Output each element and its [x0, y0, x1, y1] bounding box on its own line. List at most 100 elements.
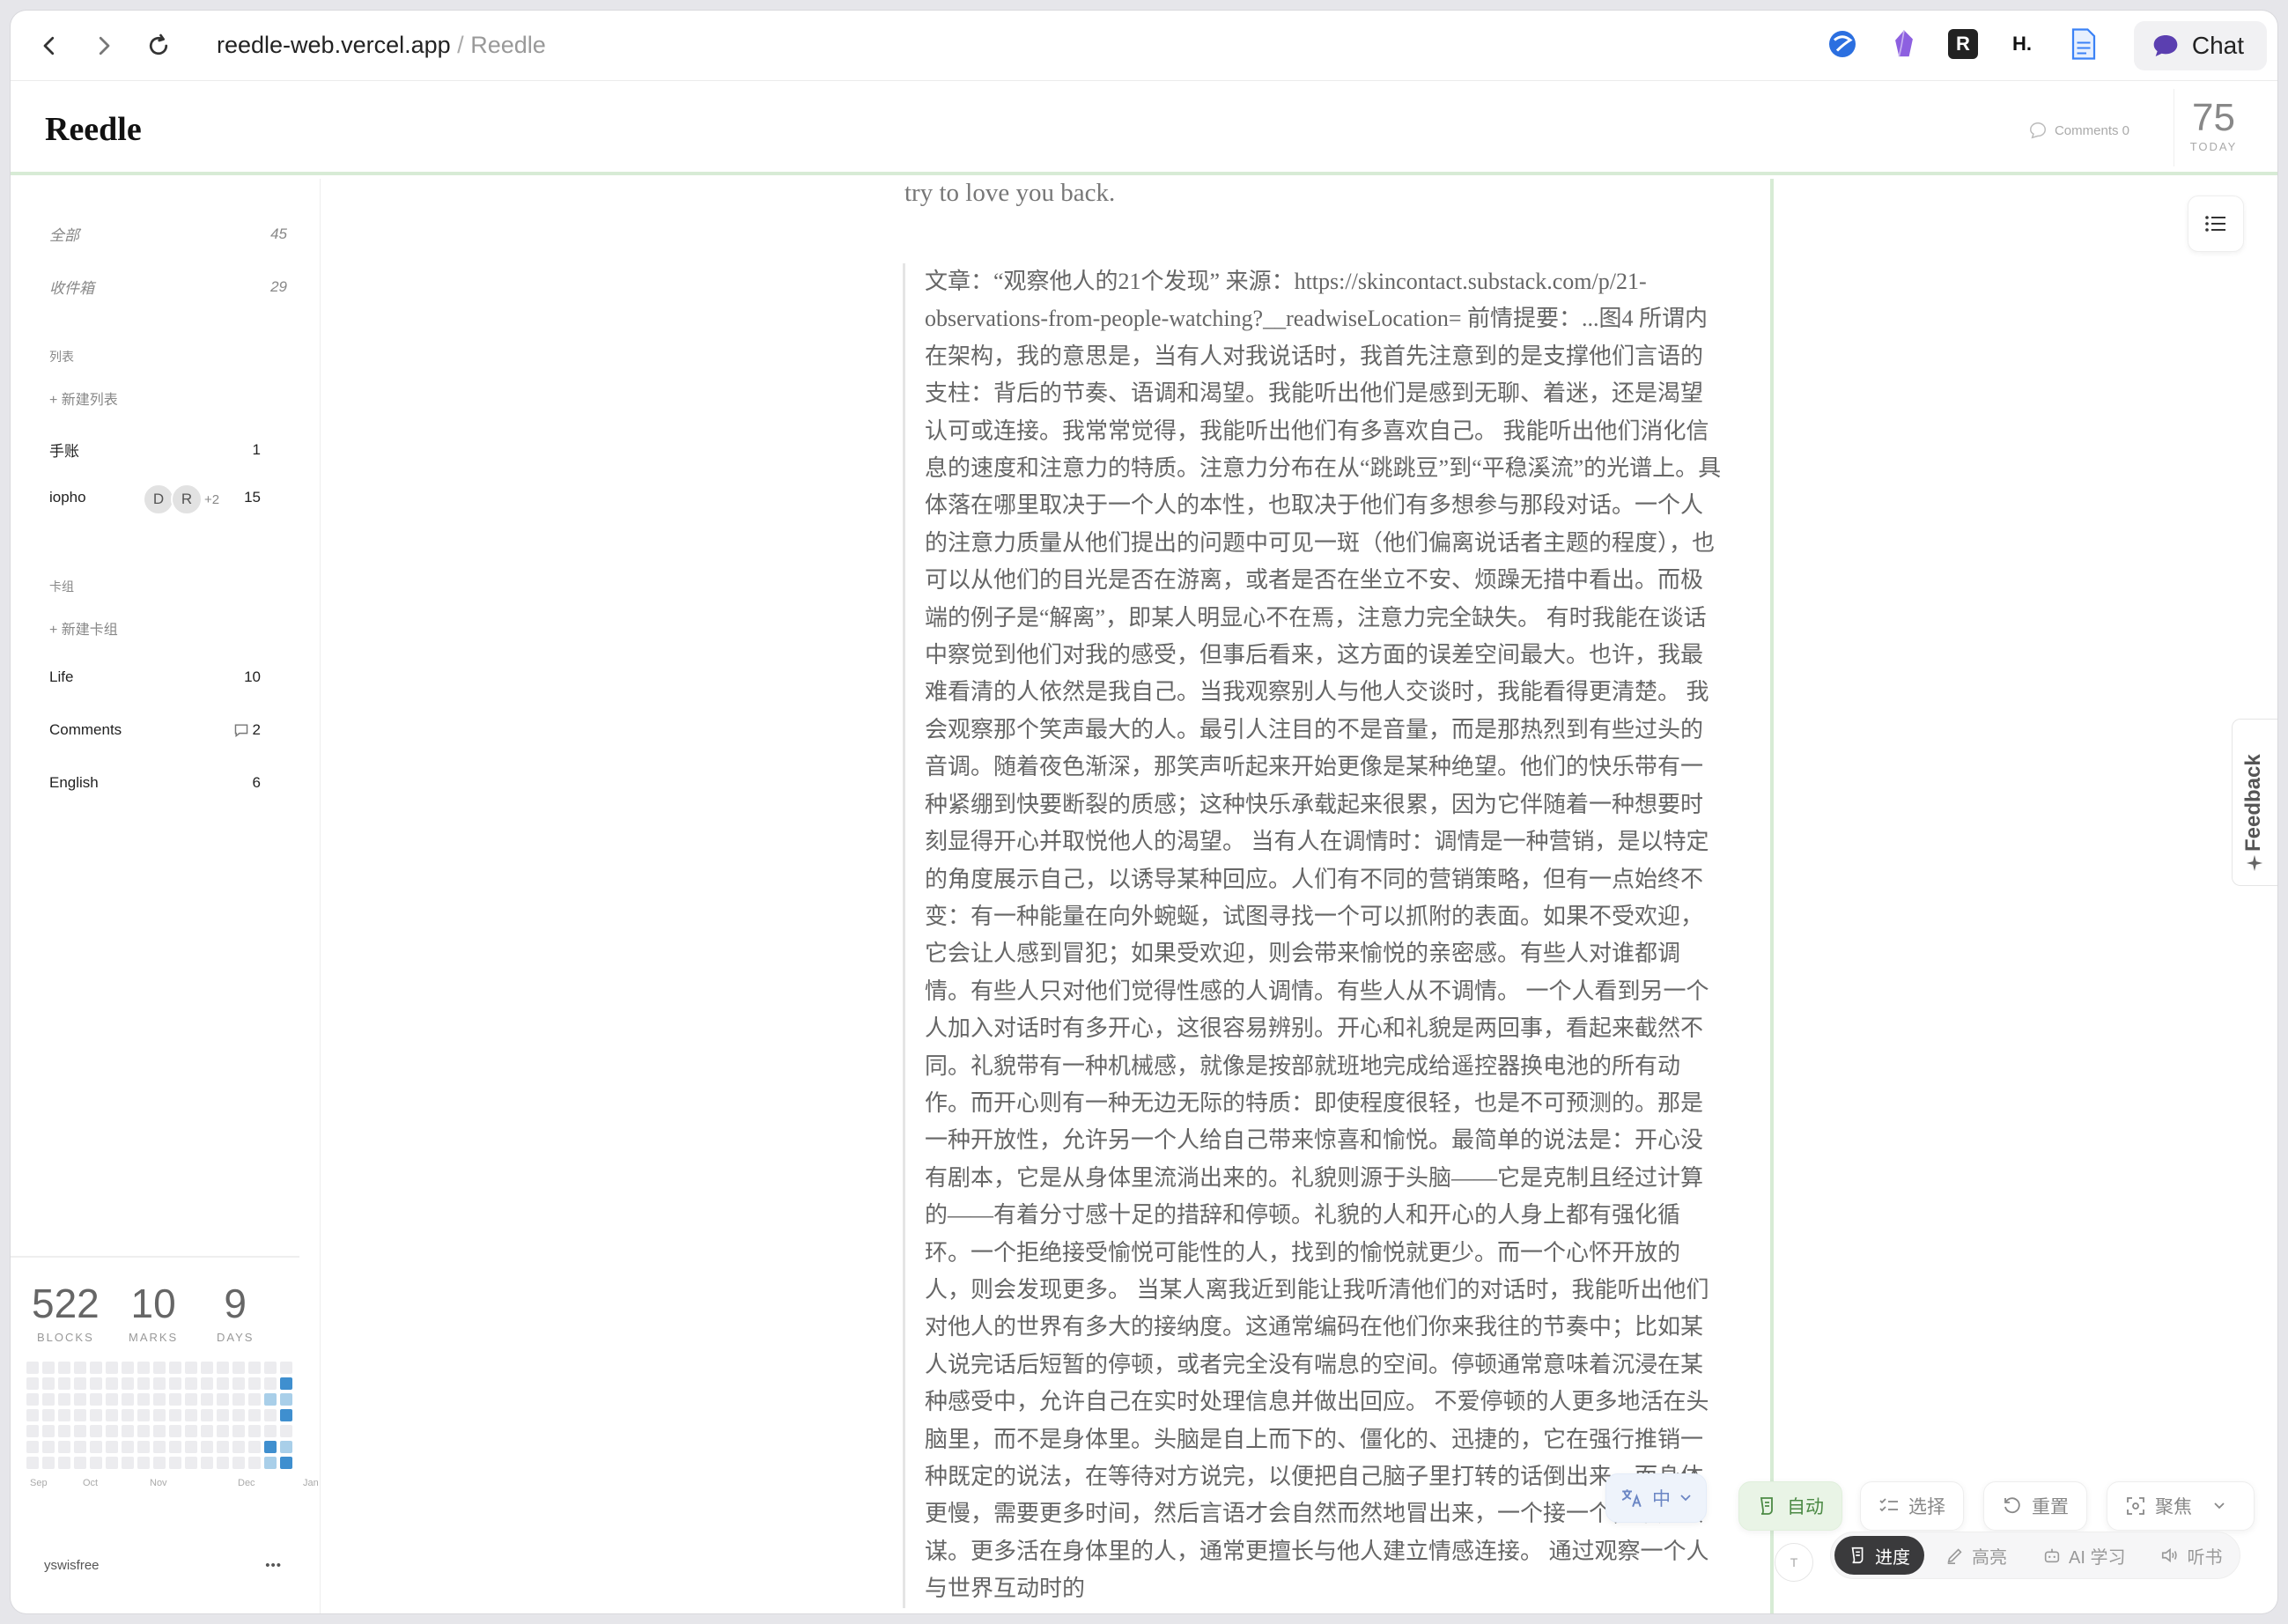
select-button[interactable]: 选择 — [1860, 1481, 1964, 1531]
heatmap-cell — [169, 1409, 181, 1421]
comment-icon — [234, 724, 247, 737]
heatmap-cell — [264, 1393, 277, 1406]
app-header: Reedle Comments 0 75 TODAY — [11, 82, 2277, 175]
highlight-tab[interactable]: 高亮 — [1931, 1536, 2021, 1575]
heatmap-cell — [232, 1457, 245, 1469]
heatmap-cell — [106, 1362, 118, 1374]
heatmap-cell — [106, 1409, 118, 1421]
heatmap-cell — [153, 1377, 166, 1390]
heatmap-cell — [185, 1393, 197, 1406]
heatmap-cell — [248, 1393, 261, 1406]
heatmap-cell — [137, 1362, 150, 1374]
heatmap-cell — [153, 1457, 166, 1469]
heatmap-cell — [137, 1393, 150, 1406]
heatmap-cell — [122, 1393, 134, 1406]
heatmap-cell — [153, 1362, 166, 1374]
obsidian-extension-icon[interactable] — [1886, 26, 1922, 62]
text-size-button[interactable]: T — [1775, 1543, 1813, 1582]
heatmap-cell — [122, 1441, 134, 1453]
heatmap-cell — [232, 1441, 245, 1453]
decks-header: 卡组 — [49, 579, 74, 594]
heatmap-cell — [58, 1409, 70, 1421]
heatmap-cell — [74, 1377, 86, 1390]
readwise-extension-icon[interactable]: R — [1948, 29, 1978, 59]
browser-toolbar: reedle-web.vercel.app / Reedle R H. Chat — [11, 11, 2277, 81]
heatmap-cell — [42, 1362, 55, 1374]
username: yswisfree — [44, 1558, 100, 1573]
heatmap-cell — [26, 1457, 39, 1469]
heatmap-cell — [217, 1362, 229, 1374]
h-extension-icon[interactable]: H. — [2004, 26, 2040, 62]
heatmap-cell — [106, 1457, 118, 1469]
avatar: R — [171, 484, 203, 515]
progress-rule — [1770, 179, 1774, 1613]
heatmap-cell — [280, 1457, 292, 1469]
heatmap-cell — [42, 1441, 55, 1453]
sidebar-item-deck[interactable]: Life 10 — [49, 668, 261, 686]
sidebar-item-deck[interactable]: Comments 2 — [49, 721, 261, 739]
heatmap-cell — [42, 1409, 55, 1421]
heatmap-cell — [106, 1425, 118, 1437]
ai-learning-tab[interactable]: AI 学习 — [2028, 1536, 2139, 1575]
heatmap-cell — [185, 1425, 197, 1437]
chevron-down-icon — [2214, 1502, 2225, 1510]
sidebar-item-inbox[interactable]: 收件箱 29 — [49, 276, 287, 298]
toc-button[interactable] — [2188, 196, 2244, 252]
url-separator: / — [457, 32, 464, 58]
focus-button[interactable]: 聚焦 — [2107, 1481, 2255, 1531]
paragraph: try to love you back. — [904, 179, 1116, 207]
sidebar-item-list[interactable]: iopho D R +2 15 — [49, 484, 261, 515]
feedback-tab[interactable]: Feedback — [2232, 719, 2277, 886]
heatmap-cell — [185, 1457, 197, 1469]
heatmap-cell — [264, 1362, 277, 1374]
reset-button[interactable]: 重置 — [1983, 1481, 2087, 1531]
heatmap-cell — [74, 1425, 86, 1437]
globe-extension-icon[interactable] — [1825, 26, 1860, 62]
app-logo[interactable]: Reedle — [45, 110, 142, 149]
forward-button[interactable] — [85, 26, 123, 65]
address-bar[interactable]: reedle-web.vercel.app / Reedle — [217, 32, 546, 59]
heatmap-cell — [26, 1393, 39, 1406]
heatmap-cell — [201, 1425, 213, 1437]
heatmap-cell — [42, 1377, 55, 1390]
heatmap-cell — [169, 1377, 181, 1390]
heatmap-cell — [169, 1393, 181, 1406]
reload-button[interactable] — [139, 26, 178, 65]
heatmap-cell — [232, 1362, 245, 1374]
translate-icon — [1621, 1489, 1642, 1508]
undo-icon — [2004, 1497, 2020, 1514]
progress-tab[interactable]: 进度 — [1834, 1536, 1924, 1575]
chat-button[interactable]: Chat — [2133, 21, 2267, 70]
heatmap-cell — [106, 1377, 118, 1390]
focus-icon — [2127, 1497, 2144, 1515]
extension-icons: R H. — [1825, 26, 2101, 62]
more-options-button[interactable]: ••• — [265, 1558, 282, 1573]
heatmap-cell — [280, 1393, 292, 1406]
more-members: +2 — [204, 491, 220, 507]
heatmap-cell — [185, 1362, 197, 1374]
chevron-down-icon — [1680, 1495, 1691, 1502]
sidebar-item-all[interactable]: 全部 45 — [49, 223, 287, 245]
heatmap-cell — [169, 1441, 181, 1453]
new-list-button[interactable]: + 新建列表 — [49, 388, 118, 409]
sidebar-item-deck[interactable]: English 6 — [49, 774, 261, 792]
heatmap-cell — [217, 1441, 229, 1453]
heatmap-cell — [90, 1393, 102, 1406]
heatmap-cell — [26, 1362, 39, 1374]
heatmap-cell — [122, 1362, 134, 1374]
new-deck-button[interactable]: + 新建卡组 — [49, 617, 118, 639]
avatar: D — [143, 484, 174, 515]
heatmap-cell — [217, 1377, 229, 1390]
user-row[interactable]: yswisfree ••• — [44, 1558, 282, 1573]
heatmap-cell — [58, 1393, 70, 1406]
doc-extension-icon[interactable] — [2066, 26, 2101, 62]
listen-tab[interactable]: 听书 — [2146, 1536, 2236, 1575]
translate-language-button[interactable]: 中 — [1605, 1473, 1707, 1523]
heatmap-cell — [153, 1425, 166, 1437]
comments-button[interactable]: Comments 0 — [2028, 121, 2129, 140]
back-button[interactable] — [30, 26, 69, 65]
sidebar-item-list[interactable]: 手账 1 — [49, 439, 261, 461]
heatmap-cell — [232, 1409, 245, 1421]
page-title: Reedle — [470, 32, 546, 58]
auto-button[interactable]: 自动 — [1738, 1481, 1842, 1531]
